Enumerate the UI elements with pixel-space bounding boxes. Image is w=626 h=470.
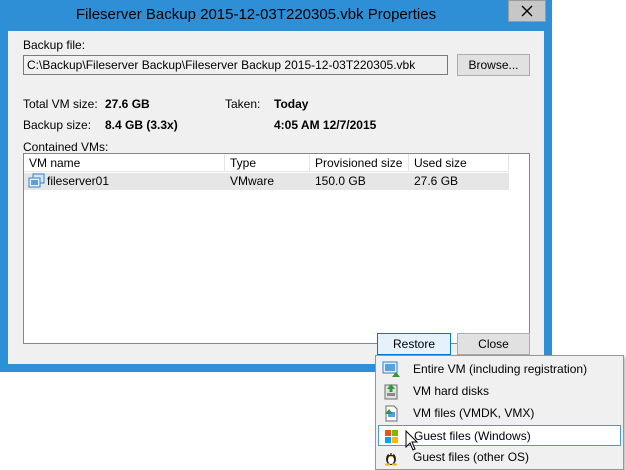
backup-file-path-field[interactable]: C:\Backup\Fileserver Backup\Fileserver B… — [23, 55, 448, 75]
column-header-provisioned-size[interactable]: Provisioned size — [310, 154, 409, 172]
entire-vm-icon — [382, 361, 400, 377]
vm-hard-disks-icon — [384, 384, 398, 400]
column-header-type[interactable]: Type — [225, 154, 310, 172]
title-bar[interactable]: Fileserver Backup 2015-12-03T220305.vbk … — [0, 0, 552, 31]
backup-size-value: 8.4 GB (3.3x) — [105, 118, 178, 132]
window-title: Fileserver Backup 2015-12-03T220305.vbk … — [75, 6, 437, 23]
vm-used-cell: 27.6 GB — [414, 174, 459, 188]
properties-window: Fileserver Backup 2015-12-03T220305.vbk … — [0, 0, 552, 372]
total-vm-size-label: Total VM size: — [23, 97, 98, 111]
total-vm-size-value: 27.6 GB — [105, 97, 150, 111]
menu-item-label: Guest files (Windows) — [414, 429, 531, 443]
windows-icon — [385, 430, 398, 443]
menu-item-entire-vm[interactable]: Entire VM (including registration) — [378, 359, 621, 380]
browse-button[interactable]: Browse... — [457, 54, 530, 76]
backup-size-label: Backup size: — [23, 118, 92, 132]
contained-vms-list[interactable]: VM name Type Provisioned size Used size … — [23, 153, 530, 344]
window-close-button[interactable] — [508, 0, 546, 22]
vm-icon — [28, 173, 45, 188]
menu-item-vm-files[interactable]: VM files (VMDK, VMX) — [378, 403, 621, 424]
menu-item-vm-hard-disks[interactable]: VM hard disks — [378, 381, 621, 402]
menu-item-label: VM files (VMDK, VMX) — [413, 406, 535, 420]
column-header-vm-name[interactable]: VM name — [24, 154, 225, 172]
restore-button[interactable]: Restore — [377, 333, 451, 355]
contained-vms-label: Contained VMs: — [23, 140, 109, 154]
restore-menu: Entire VM (including registration) VM ha… — [375, 355, 624, 470]
vm-provisioned-cell: 150.0 GB — [315, 174, 366, 188]
linux-icon — [385, 453, 397, 466]
vm-name-cell: fileserver01 — [47, 174, 110, 188]
backup-file-label: Backup file: — [23, 38, 86, 52]
menu-item-label: Guest files (other OS) — [413, 450, 530, 464]
menu-item-label: VM hard disks — [413, 384, 490, 398]
mouse-cursor-icon — [405, 430, 419, 451]
taken-day-value: Today — [274, 97, 309, 111]
vm-files-icon — [385, 405, 398, 422]
taken-label: Taken: — [225, 97, 261, 111]
column-header-used-size[interactable]: Used size — [409, 154, 509, 172]
table-row[interactable]: fileserver01 VMware 150.0 GB 27.6 GB — [24, 173, 509, 190]
dialog-body: Backup file: C:\Backup\Fileserver Backup… — [8, 31, 544, 364]
close-icon — [521, 5, 533, 17]
list-header: VM name Type Provisioned size Used size — [24, 154, 529, 172]
menu-item-label: Entire VM (including registration) — [413, 362, 588, 376]
taken-time-value: 4:05 AM 12/7/2015 — [274, 118, 377, 132]
close-button[interactable]: Close — [457, 333, 530, 355]
vm-type-cell: VMware — [230, 174, 275, 188]
